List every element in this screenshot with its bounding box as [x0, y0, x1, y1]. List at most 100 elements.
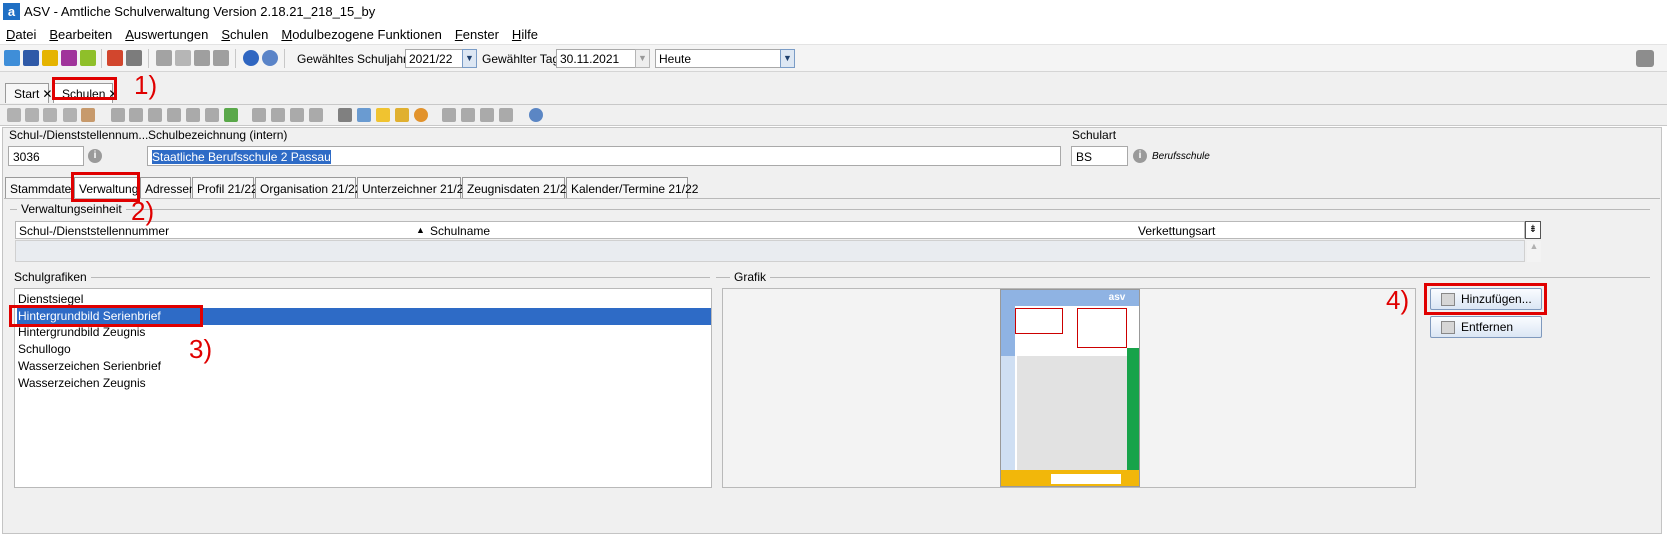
nummer-label: Schul-/Dienststellennum... — [9, 128, 149, 142]
module-icon[interactable] — [4, 50, 20, 66]
tag-dropdown-icon[interactable]: ▼ — [635, 49, 650, 68]
next-page-icon[interactable] — [186, 108, 200, 122]
help-circle-icon[interactable] — [529, 108, 543, 122]
copy-icon[interactable] — [156, 50, 172, 66]
menu-bearbeiten[interactable]: Bearbeiten — [43, 24, 119, 44]
menu-hilfe[interactable]: Hilfe — [506, 24, 545, 44]
schulart-field[interactable]: BS — [1071, 146, 1128, 166]
heute-dropdown-icon[interactable]: ▼ — [780, 49, 795, 68]
chat-icon[interactable] — [61, 50, 77, 66]
annotation-box-3 — [9, 305, 203, 327]
save-icon[interactable] — [25, 108, 39, 122]
home-icon[interactable] — [480, 108, 494, 122]
tab-organisation[interactable]: Organisation 21/22 — [255, 177, 361, 198]
calculator-icon[interactable] — [126, 50, 142, 66]
column-schulname[interactable]: Schulname — [430, 224, 490, 238]
home-alt-icon[interactable] — [499, 108, 513, 122]
card-icon[interactable] — [23, 50, 39, 66]
next-icon[interactable] — [167, 108, 181, 122]
tab-profil[interactable]: Profil 21/22 — [192, 177, 258, 198]
schuljahr-dropdown-icon[interactable]: ▼ — [462, 49, 477, 68]
annotation-box-2 — [71, 172, 140, 202]
tag-field[interactable]: 30.11.2021 — [556, 49, 636, 68]
paste-icon[interactable] — [309, 108, 323, 122]
bezeichnung-value: Staatliche Berufsschule 2 Passau — [152, 150, 331, 164]
lightning-alt-icon[interactable] — [213, 50, 229, 66]
column-verkettungsart[interactable]: Verkettungsart — [1138, 224, 1215, 238]
close-icon[interactable]: ✕ — [42, 87, 52, 101]
first-icon[interactable] — [111, 108, 125, 122]
bezeichnung-label: Schulbezeichnung (intern) — [148, 128, 288, 142]
brush-icon[interactable] — [395, 108, 409, 122]
clock-icon[interactable] — [414, 108, 428, 122]
schulgrafiken-title: Schulgrafiken — [10, 270, 91, 284]
grid-icon[interactable] — [442, 108, 456, 122]
people-icon[interactable] — [42, 50, 58, 66]
grid-alt-icon[interactable] — [461, 108, 475, 122]
preview-icon[interactable] — [357, 108, 371, 122]
back-icon[interactable] — [252, 108, 266, 122]
annotation-2: 2) — [131, 196, 155, 226]
document-tabs: Start ✕ Schulen ✕ — [0, 72, 1667, 104]
new-icon[interactable] — [7, 108, 21, 122]
table-menu-icon[interactable]: ⇟ — [1525, 221, 1541, 239]
schulart-text: Berufsschule — [1152, 151, 1210, 162]
schuljahr-select[interactable]: 2021/22 — [405, 49, 463, 68]
prev-icon[interactable] — [148, 108, 162, 122]
user-icon[interactable] — [1636, 50, 1654, 67]
annotation-1: 1) — [134, 70, 158, 100]
cut-icon[interactable] — [271, 108, 285, 122]
verwaltungseinheit-title: Verwaltungseinheit — [17, 202, 126, 216]
grafik-title: Grafik — [730, 270, 771, 284]
remove-button[interactable]: Entfernen — [1430, 316, 1542, 338]
list-item[interactable]: Wasserzeichen Serienbrief — [17, 358, 161, 375]
menu-datei[interactable]: Datei — [0, 24, 43, 44]
tab-kalender-termine[interactable]: Kalender/Termine 21/22 — [566, 177, 698, 198]
note-icon[interactable] — [80, 50, 96, 66]
preview-brand: asv — [1108, 292, 1126, 303]
menu-fenster[interactable]: Fenster — [449, 24, 506, 44]
refresh-icon[interactable] — [224, 108, 238, 122]
nummer-field[interactable]: 3036 — [8, 146, 84, 166]
menu-bar: Datei Bearbeiten Auswertungen Schulen Mo… — [0, 24, 1667, 44]
tab-baseline — [4, 198, 1660, 199]
prev-page-icon[interactable] — [129, 108, 143, 122]
record-toolbar — [0, 104, 1667, 126]
tab-start[interactable]: Start ✕ — [5, 83, 52, 103]
record-icon[interactable] — [81, 108, 95, 122]
last-icon[interactable] — [205, 108, 219, 122]
annotation-box-4 — [1424, 283, 1547, 315]
delete-icon[interactable] — [63, 108, 77, 122]
tab-unterzeichner[interactable]: Unterzeichner 21/22 — [357, 177, 470, 198]
print-icon[interactable] — [338, 108, 352, 122]
app-icon: a — [3, 3, 20, 20]
schuljahr-label: Gewähltes Schuljahr — [297, 52, 408, 66]
copy-record-icon[interactable] — [290, 108, 304, 122]
info-icon[interactable]: i — [1133, 149, 1147, 163]
info-icon[interactable] — [243, 50, 259, 66]
book-icon[interactable] — [107, 50, 123, 66]
info-icon[interactable]: i — [88, 149, 102, 163]
lightning-icon[interactable] — [194, 50, 210, 66]
list-item[interactable]: Wasserzeichen Zeugnis — [17, 375, 146, 392]
window-title: ASV - Amtliche Schulverwaltung Version 2… — [24, 4, 376, 19]
menu-schulen[interactable]: Schulen — [215, 24, 275, 44]
bulb-icon[interactable] — [376, 108, 390, 122]
annotation-4: 4) — [1386, 285, 1410, 315]
help-icon[interactable] — [262, 50, 278, 66]
scroll-up-icon[interactable]: ▲ — [1527, 241, 1541, 262]
tab-stammdaten[interactable]: Stammdaten — [5, 177, 78, 198]
list-item[interactable]: Schullogo — [17, 341, 71, 358]
verwaltungseinheit-header: Schul-/Dienststellennummer ▲ Schulname V… — [15, 221, 1525, 239]
window-icon[interactable] — [175, 50, 191, 66]
undo-icon[interactable] — [43, 108, 57, 122]
tab-zeugnisdaten[interactable]: Zeugnisdaten 21/22 — [462, 177, 573, 198]
remove-image-icon — [1441, 321, 1455, 334]
verwaltungseinheit-body — [15, 240, 1525, 262]
sort-asc-icon: ▲ — [416, 225, 425, 235]
tab-adressen[interactable]: Adressen — [140, 177, 196, 198]
menu-auswertungen[interactable]: Auswertungen — [119, 24, 215, 44]
bezeichnung-field[interactable]: Staatliche Berufsschule 2 Passau — [147, 146, 1061, 166]
heute-select[interactable]: Heute — [655, 49, 781, 68]
menu-modulbezogene-funktionen[interactable]: Modulbezogene Funktionen — [275, 24, 448, 44]
